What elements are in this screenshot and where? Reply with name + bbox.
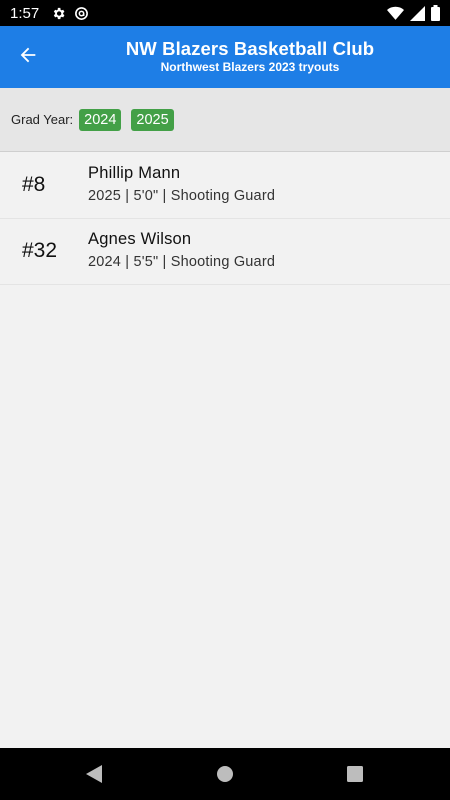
wifi-icon	[387, 6, 404, 21]
player-list: #8 Phillip Mann 2025 | 5'0" | Shooting G…	[0, 153, 450, 285]
player-number: #32	[22, 239, 58, 262]
year-chip-2025[interactable]: 2025	[131, 108, 174, 131]
status-time: 1:57	[10, 4, 40, 22]
player-row[interactable]: #8 Phillip Mann 2025 | 5'0" | Shooting G…	[0, 153, 450, 219]
app-title: NW Blazers Basketball Club	[125, 38, 375, 59]
battery-icon	[431, 5, 440, 21]
year-chip-2024[interactable]: 2024	[79, 108, 122, 131]
back-button[interactable]	[10, 39, 46, 75]
player-details: 2025 | 5'0" | Shooting Guard	[88, 188, 276, 204]
player-name: Phillip Mann	[88, 164, 181, 182]
signal-icon	[410, 5, 425, 21]
recents-square-icon[interactable]	[346, 764, 366, 784]
grad-year-filter: Grad Year: 2024 2025	[0, 88, 450, 152]
player-number: #8	[22, 173, 46, 196]
player-row[interactable]: #32 Agnes Wilson 2024 | 5'5" | Shooting …	[0, 219, 450, 285]
arrow-back-icon	[17, 44, 39, 71]
status-bar: 1:57	[0, 0, 450, 26]
player-name: Agnes Wilson	[88, 230, 192, 248]
gear-icon	[51, 6, 66, 21]
back-triangle-icon[interactable]	[85, 764, 105, 784]
app-subtitle: Northwest Blazers 2023 tryouts	[160, 60, 340, 74]
home-circle-icon[interactable]	[216, 764, 236, 784]
app-bar: NW Blazers Basketball Club Northwest Bla…	[0, 26, 450, 88]
filter-label: Grad Year:	[11, 112, 74, 127]
circle-a-icon	[74, 6, 89, 21]
system-nav-bar	[0, 748, 450, 800]
player-details: 2024 | 5'5" | Shooting Guard	[88, 254, 276, 270]
